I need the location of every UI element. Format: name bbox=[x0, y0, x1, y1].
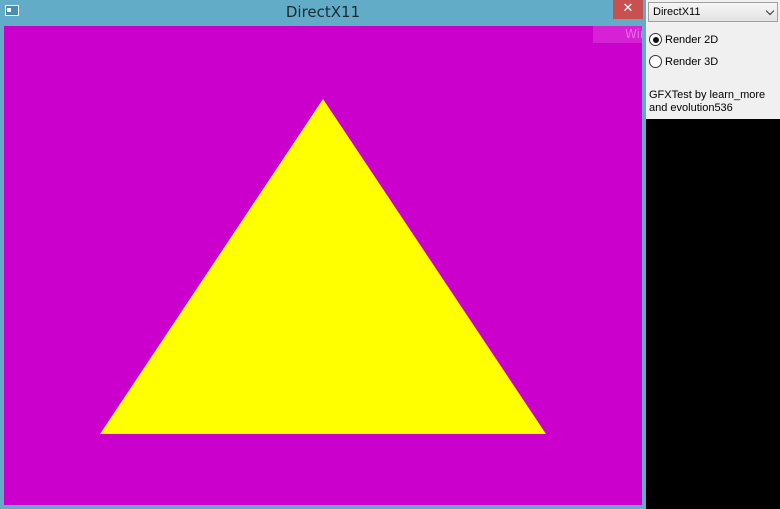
scene-canvas bbox=[4, 26, 642, 505]
window-title: DirectX11 bbox=[285, 3, 361, 21]
close-icon: ✕ bbox=[622, 1, 634, 16]
render-viewport[interactable]: Win bbox=[4, 26, 642, 505]
radio-render-2d-label: Render 2D bbox=[665, 34, 719, 46]
renderer-select-value: DirectX11 bbox=[653, 6, 701, 18]
desktop: DirectX11 ✕ Win DirectX11 Render 2D Rend… bbox=[0, 0, 780, 509]
control-panel: DirectX11 Render 2D Render 3D GFXTest by… bbox=[646, 0, 780, 119]
credits-text: GFXTest by learn_more and evolution536 bbox=[649, 89, 777, 115]
credits-line: and evolution536 bbox=[649, 102, 733, 114]
renderer-select[interactable]: DirectX11 bbox=[648, 2, 778, 22]
window-titlebar[interactable]: DirectX11 ✕ bbox=[0, 0, 646, 25]
overlay-label: Win bbox=[593, 26, 642, 43]
render-window: DirectX11 ✕ Win bbox=[0, 0, 646, 509]
chevron-down-icon bbox=[765, 6, 775, 16]
close-button[interactable]: ✕ bbox=[613, 0, 643, 19]
radio-button-icon[interactable] bbox=[649, 33, 662, 46]
radio-button-icon[interactable] bbox=[649, 55, 662, 68]
radio-render-3d[interactable]: Render 3D bbox=[649, 54, 777, 70]
credits-line: GFXTest by learn_more bbox=[649, 89, 766, 101]
radio-render-2d[interactable]: Render 2D bbox=[649, 32, 777, 48]
radio-render-3d-label: Render 3D bbox=[665, 56, 719, 68]
